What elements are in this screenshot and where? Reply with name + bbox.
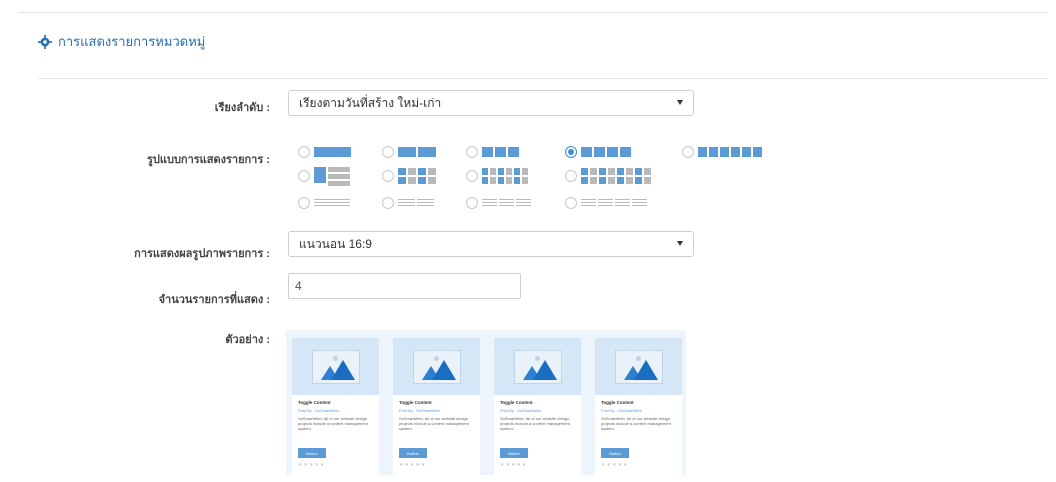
layout-radio[interactable] [565, 197, 577, 209]
layout-grid1-icon [314, 166, 350, 186]
card-title: Toggle Content [298, 400, 331, 405]
sort-label: เรียงลำดับ : [214, 102, 270, 114]
layout-option-list-1[interactable] [298, 195, 350, 211]
cover-select[interactable]: แนวนอน 16:9 [288, 231, 694, 257]
layout-option-grid-2[interactable] [382, 168, 436, 184]
card-description: SoSmartWeb, All of our website design pr… [298, 416, 368, 431]
panel-title-text: การแสดงรายการหมวดหมู่ [58, 34, 206, 49]
layout-list3-icon [482, 198, 531, 208]
layout-option-grid-4[interactable] [565, 168, 651, 184]
card-image [595, 338, 682, 395]
count-label: จำนวนรายการที่แสดง : [158, 294, 270, 306]
preview-cards: Toggle Content Post By : SoSmartWeb SoSm… [286, 330, 686, 478]
sort-select-value: เรียงตามวันที่สร้าง ใหม่-เก่า [299, 95, 442, 110]
layout-radio[interactable] [298, 170, 310, 182]
layout-label: รูปแบบการแสดงรายการ : [146, 154, 270, 166]
layout-radio-selected[interactable] [565, 146, 577, 158]
card-author: Post By : SoSmartWeb [601, 408, 642, 413]
layout-grid3-icon [482, 168, 532, 184]
card-title: Toggle Content [601, 400, 634, 405]
layout-radio[interactable] [466, 146, 478, 158]
card-image [494, 338, 581, 395]
preview-label: ตัวอย่าง : [225, 334, 270, 346]
card-button[interactable]: Button [399, 448, 427, 458]
layout-option-list-3[interactable] [466, 195, 531, 211]
layout-list1-icon [314, 198, 350, 208]
card-author: Post By : SoSmartWeb [399, 408, 440, 413]
preview-card: Toggle Content Post By : SoSmartWeb SoSm… [494, 338, 581, 478]
card-image [393, 338, 480, 395]
card-button[interactable]: Button [298, 448, 326, 458]
gear-icon [38, 34, 52, 49]
layout-6col-icon [698, 147, 762, 157]
cover-label: การแสดงผลรูปภาพรายการ : [134, 248, 270, 260]
preview-card: Toggle Content Post By : SoSmartWeb SoSm… [595, 338, 682, 478]
card-author: Post By : SoSmartWeb [298, 408, 339, 413]
layout-grid2-icon [398, 168, 436, 184]
layout-4col-icon [581, 147, 631, 157]
card-rating: ★★★★★ [298, 462, 326, 468]
card-button[interactable]: Button [601, 448, 629, 458]
layout-option-4col[interactable] [565, 144, 631, 160]
card-title: Toggle Content [500, 400, 533, 405]
layout-list2-icon [398, 198, 434, 208]
layout-radio[interactable] [682, 146, 694, 158]
layout-3col-icon [482, 147, 519, 157]
layout-radio[interactable] [382, 170, 394, 182]
card-title: Toggle Content [399, 400, 432, 405]
layout-option-list-4[interactable] [565, 195, 647, 211]
card-image [292, 338, 379, 395]
layout-option-list-2[interactable] [382, 195, 434, 211]
chevron-down-icon [677, 100, 683, 105]
preview-card: Toggle Content Post By : SoSmartWeb SoSm… [292, 338, 379, 478]
chevron-down-icon [677, 241, 683, 246]
count-input[interactable]: 4 [288, 273, 521, 299]
card-button[interactable]: Button [500, 448, 528, 458]
layout-option-2col[interactable] [382, 144, 436, 160]
preview-card: Toggle Content Post By : SoSmartWeb SoSm… [393, 338, 480, 478]
card-author: Post By : SoSmartWeb [500, 408, 541, 413]
panel-title: การแสดงรายการหมวดหมู่ [38, 31, 205, 52]
sort-select[interactable]: เรียงตามวันที่สร้าง ใหม่-เก่า [288, 90, 694, 116]
card-description: SoSmartWeb, All of our website design pr… [500, 416, 570, 431]
count-input-value: 4 [295, 279, 302, 293]
card-rating: ★★★★★ [500, 462, 528, 468]
layout-option-grid-1[interactable] [298, 166, 350, 186]
layout-list4-icon [581, 198, 647, 208]
layout-option-1col[interactable] [298, 144, 351, 160]
layout-radio[interactable] [298, 197, 310, 209]
layout-radio[interactable] [466, 197, 478, 209]
layout-2col-icon [398, 147, 436, 157]
layout-radio[interactable] [298, 146, 310, 158]
cover-select-value: แนวนอน 16:9 [299, 236, 372, 251]
panel-header: การแสดงรายการหมวดหมู่ [38, 31, 1048, 79]
layout-radio[interactable] [382, 197, 394, 209]
card-description: SoSmartWeb, All of our website design pr… [399, 416, 469, 431]
layout-option-3col[interactable] [466, 144, 519, 160]
layout-radio[interactable] [466, 170, 478, 182]
layout-option-6col[interactable] [682, 144, 762, 160]
card-rating: ★★★★★ [399, 462, 427, 468]
layout-option-grid-3[interactable] [466, 168, 532, 184]
layout-grid4-icon [581, 168, 651, 184]
layout-radio[interactable] [565, 170, 577, 182]
layout-radio[interactable] [382, 146, 394, 158]
card-description: SoSmartWeb, All of our website design pr… [601, 416, 671, 431]
card-rating: ★★★★★ [601, 462, 629, 468]
layout-1col-icon [314, 147, 351, 157]
